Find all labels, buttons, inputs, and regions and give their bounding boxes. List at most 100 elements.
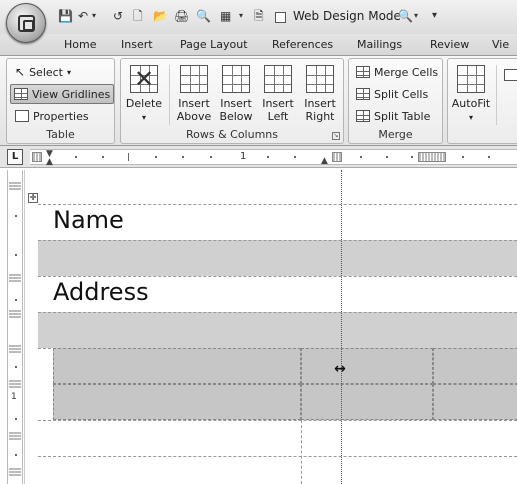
row-marker[interactable]	[9, 468, 21, 476]
column-marker-icon[interactable]: ▲	[321, 156, 328, 166]
dialog-launcher-icon[interactable]: ↘	[332, 132, 340, 140]
tab-view[interactable]: Vie	[492, 38, 509, 51]
ruler-tick	[15, 418, 17, 420]
insert-below-button[interactable]: Insert Below	[215, 63, 257, 127]
table-row[interactable]	[38, 312, 517, 348]
ruler-tick	[102, 156, 104, 158]
table-row[interactable]: Address	[38, 276, 517, 312]
save-icon[interactable]: 💾	[58, 9, 73, 23]
ruler-tick	[488, 156, 490, 158]
row-marker[interactable]	[9, 274, 21, 282]
ruler-tick	[15, 366, 17, 368]
insert-left-label-1: Insert	[262, 97, 294, 110]
web-design-mode-label: Web Design Mode	[293, 9, 401, 23]
row-height-icon[interactable]	[504, 69, 517, 81]
merge-cells-button[interactable]: Merge Cells	[353, 62, 441, 82]
table-row[interactable]	[38, 240, 517, 276]
chevron-down-icon: ▾	[468, 113, 473, 122]
row-marker[interactable]	[9, 432, 21, 440]
web-design-mode-checkbox[interactable]	[275, 12, 286, 23]
tab-review[interactable]: Review	[430, 38, 469, 51]
split-cells-label: Split Cells	[374, 87, 429, 101]
table-cell[interactable]	[433, 348, 517, 384]
dictionary-icon[interactable]: 🗎	[254, 9, 264, 23]
redo-icon[interactable]: ↺	[113, 9, 123, 23]
view-gridlines-button[interactable]: View Gridlines	[10, 84, 115, 104]
office-button[interactable]	[6, 3, 46, 43]
delete-label: Delete	[125, 97, 163, 110]
split-cells-button[interactable]: Split Cells	[353, 84, 431, 104]
insert-left-button[interactable]: Insert Left	[257, 63, 299, 127]
table-row[interactable]	[38, 456, 517, 484]
resize-cursor-icon: ↔	[334, 361, 346, 377]
ruler-tick	[155, 156, 157, 158]
open-icon[interactable]: 📂	[153, 9, 168, 23]
table-row[interactable]	[38, 420, 517, 456]
row-marker[interactable]	[9, 310, 21, 318]
table-group-label: Table	[46, 128, 75, 141]
delete-button[interactable]: ✕ Delete ▾	[123, 63, 165, 127]
view-gridlines-label: View Gridlines	[32, 87, 111, 101]
insert-right-button[interactable]: Insert Right	[299, 63, 341, 127]
table-cell[interactable]	[433, 384, 517, 420]
tab-insert[interactable]: Insert	[121, 38, 153, 51]
cell-border	[301, 420, 302, 484]
tab-references[interactable]: References	[272, 38, 333, 51]
rows-columns-group-label: Rows & Columns	[185, 128, 279, 141]
new-document-icon[interactable]: 🗋	[133, 9, 143, 23]
zoom-icon[interactable]: 🔍	[398, 9, 413, 23]
office-logo-icon	[18, 15, 35, 32]
gridlines-icon	[14, 88, 28, 100]
table-cell[interactable]	[301, 348, 433, 384]
autofit-button[interactable]: AutoFit ▾	[450, 63, 492, 127]
table-row[interactable]: Name	[38, 204, 517, 240]
column-boundary-marker[interactable]	[332, 152, 342, 162]
chevron-down-icon: ▾	[67, 67, 72, 77]
undo-dropdown-icon[interactable]: ▾	[92, 9, 96, 23]
insert-right-label-2: Right	[305, 110, 335, 123]
undo-icon[interactable]: ↶	[78, 9, 88, 23]
ruler-margin-marker[interactable]	[32, 152, 42, 162]
print-icon[interactable]: 🖨	[174, 9, 189, 23]
document-page[interactable]: ✛ Name Address ↔	[24, 170, 517, 484]
tab-selector-button[interactable]: L	[7, 149, 23, 165]
properties-label: Properties	[33, 109, 89, 123]
column-boundary-marker[interactable]	[418, 152, 446, 162]
chevron-down-icon: ▾	[141, 113, 146, 122]
row-marker[interactable]	[9, 345, 21, 353]
autofit-icon	[457, 65, 485, 93]
ruler-tick	[15, 254, 17, 256]
split-table-button[interactable]: Split Table	[353, 106, 433, 126]
row-marker[interactable]	[9, 182, 21, 190]
vertical-ruler[interactable]: 1	[7, 170, 23, 484]
table-cell[interactable]	[301, 384, 433, 420]
column-resize-guide	[341, 170, 342, 484]
quick-access-toolbar: 💾 ↶ ▾ ↺ 🗋 📂 🖨 🔍 ▦ ▾ 🗎 Web Design Mode 🔍 …	[0, 0, 517, 34]
tab-mailings[interactable]: Mailings	[357, 38, 402, 51]
row-marker[interactable]	[9, 380, 21, 388]
table-cell[interactable]	[53, 384, 301, 420]
merge-group-label: Merge	[378, 128, 413, 141]
ruler-tick	[386, 156, 388, 158]
select-button[interactable]: ↖ Select ▾	[12, 62, 74, 82]
tab-page-layout[interactable]: Page Layout	[180, 38, 248, 51]
horizontal-ruler[interactable]: ▼ ▲ 1 ▲	[30, 149, 517, 167]
ruler-tick	[267, 156, 269, 158]
zoom-dropdown-icon[interactable]: ▾	[414, 9, 418, 23]
address-row-label: Address	[53, 278, 149, 306]
ruler-tick	[15, 454, 17, 456]
insert-below-label-1: Insert	[220, 97, 252, 110]
table-icon[interactable]: ▦	[220, 9, 231, 23]
table-dropdown-icon[interactable]: ▾	[239, 9, 243, 23]
merge-group: Merge Cells Split Cells Split Table Merg…	[348, 58, 443, 144]
customize-qat-icon[interactable]: ▾	[432, 9, 437, 23]
table-move-handle-icon[interactable]: ✛	[28, 193, 38, 203]
tab-home[interactable]: Home	[64, 38, 96, 51]
insert-above-button[interactable]: Insert Above	[173, 63, 215, 127]
properties-button[interactable]: Properties	[12, 106, 92, 126]
split-table-icon	[356, 110, 370, 122]
left-indent-icon[interactable]: ▲	[46, 157, 53, 167]
table-cell[interactable]	[53, 348, 301, 384]
ruler-tick	[182, 156, 184, 158]
print-preview-icon[interactable]: 🔍	[196, 9, 211, 23]
